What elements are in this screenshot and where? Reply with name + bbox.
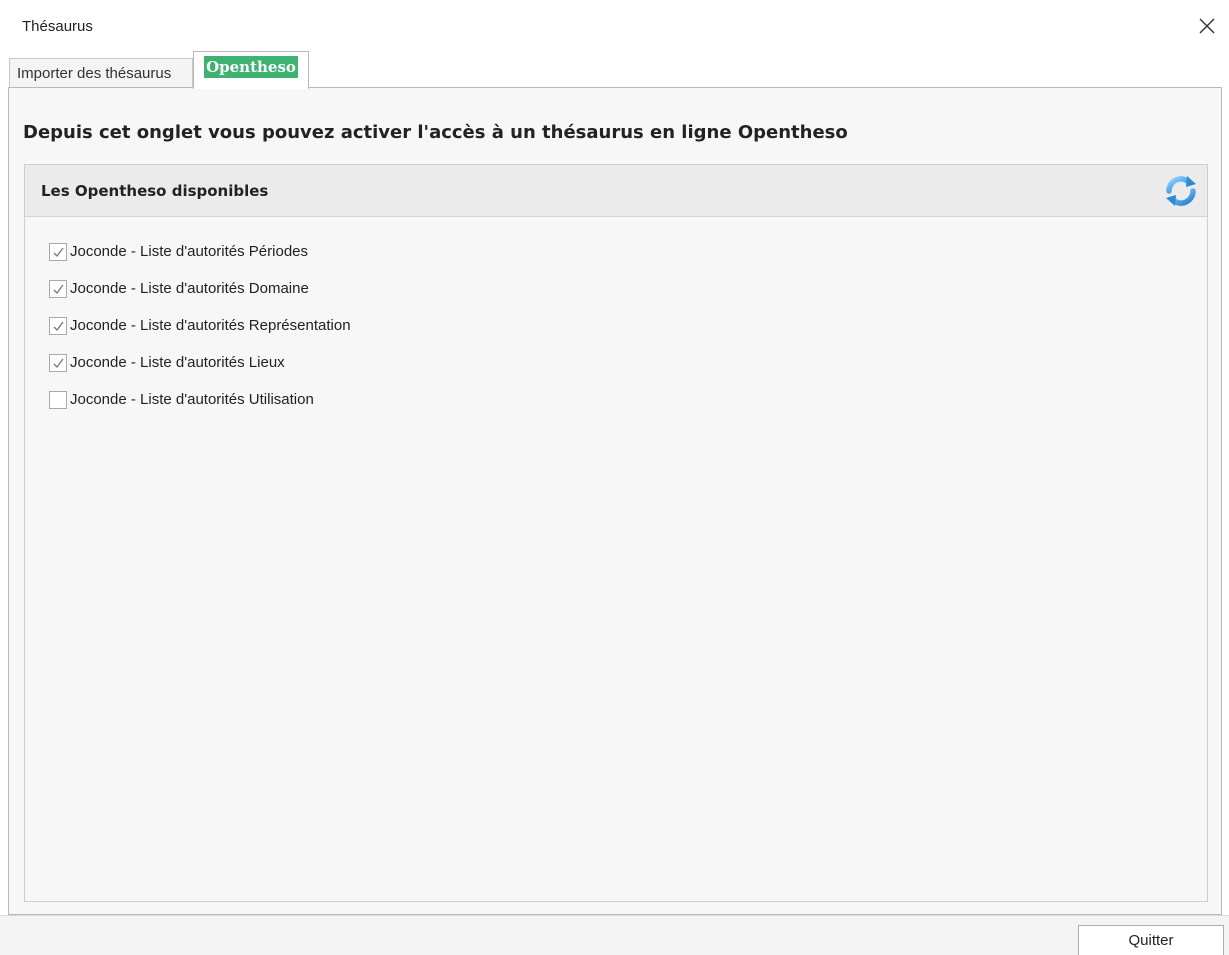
checkbox[interactable] — [49, 280, 67, 298]
tab-strip: Importer des thésaurus Opentheso — [0, 48, 1229, 89]
checkbox[interactable] — [49, 317, 67, 335]
checkmark-icon — [53, 321, 64, 331]
list-item-label: Joconde - Liste d'autorités Lieux — [70, 354, 285, 371]
opentheso-list: Joconde - Liste d'autorités Périodes Joc… — [49, 242, 351, 427]
tab-content-panel: Depuis cet onglet vous pouvez activer l'… — [8, 87, 1222, 915]
refresh-button[interactable] — [1161, 171, 1201, 211]
quit-button[interactable]: Quitter — [1078, 925, 1224, 955]
page-heading: Depuis cet onglet vous pouvez activer l'… — [23, 122, 848, 143]
list-item[interactable]: Joconde - Liste d'autorités Lieux — [49, 353, 351, 390]
tab-label: Importer des thésaurus — [17, 65, 172, 82]
title-bar: Thésaurus — [0, 0, 1229, 48]
checkmark-icon — [53, 284, 64, 294]
list-item[interactable]: Joconde - Liste d'autorités Domaine — [49, 279, 351, 316]
list-item[interactable]: Joconde - Liste d'autorités Périodes — [49, 242, 351, 279]
group-title: Les Opentheso disponibles — [41, 182, 269, 200]
checkmark-icon — [53, 247, 64, 257]
close-button[interactable] — [1193, 12, 1221, 40]
footer: Quitter — [0, 915, 1229, 955]
list-item-label: Joconde - Liste d'autorités Périodes — [70, 243, 309, 260]
checkbox[interactable] — [49, 391, 67, 409]
opentheso-group: Les Opentheso disponibles Joconde - List… — [24, 164, 1208, 902]
tab-importer-des-thesaurus[interactable]: Importer des thésaurus — [9, 58, 193, 88]
list-item-label: Joconde - Liste d'autorités Domaine — [70, 280, 309, 297]
list-item-label: Joconde - Liste d'autorités Utilisation — [70, 391, 314, 408]
refresh-icon — [1166, 176, 1196, 206]
checkbox[interactable] — [49, 354, 67, 372]
checkbox[interactable] — [49, 243, 67, 261]
window-title: Thésaurus — [22, 18, 93, 35]
list-item[interactable]: Joconde - Liste d'autorités Utilisation — [49, 390, 351, 427]
close-icon — [1199, 18, 1215, 34]
group-header: Les Opentheso disponibles — [25, 165, 1207, 217]
list-item[interactable]: Joconde - Liste d'autorités Représentati… — [49, 316, 351, 353]
list-item-label: Joconde - Liste d'autorités Représentati… — [70, 317, 351, 334]
checkmark-icon — [53, 358, 64, 368]
tab-opentheso[interactable]: Opentheso — [193, 51, 309, 89]
opentheso-logo: Opentheso — [204, 56, 298, 78]
